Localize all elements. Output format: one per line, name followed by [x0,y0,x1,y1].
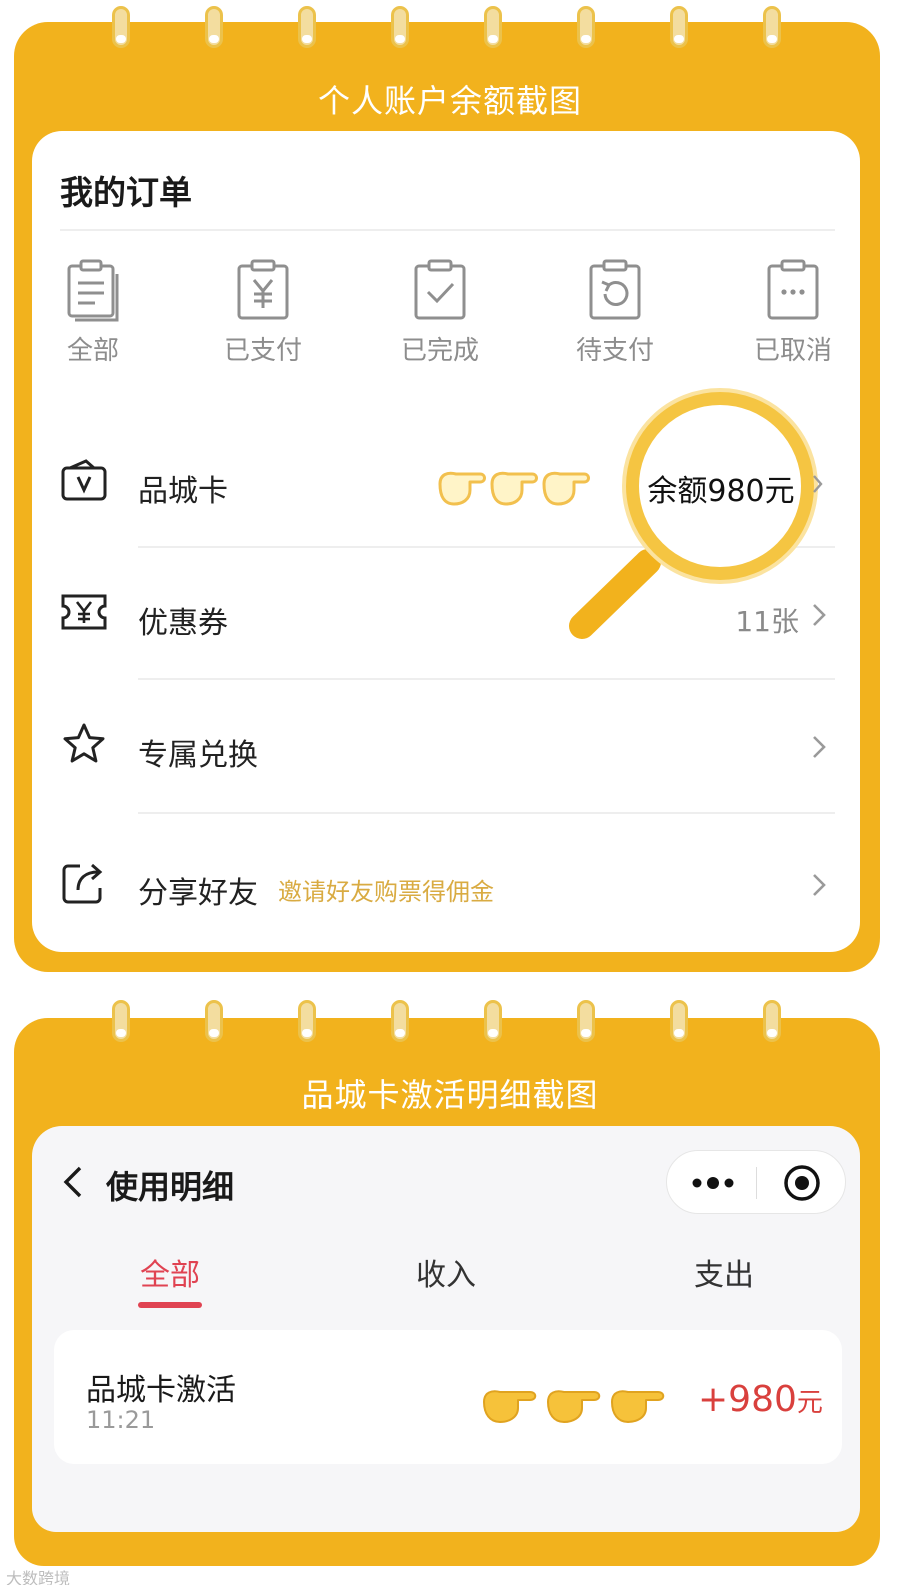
divider [138,678,835,680]
order-tab-paid[interactable]: 已支付 [208,258,318,367]
refresh-clipboard-icon [589,259,641,320]
check-clipboard-icon [414,259,466,320]
magnifier-icon [569,388,818,639]
v-card-icon [61,459,107,501]
order-tab-pending[interactable]: 待支付 [560,258,670,367]
close-target-icon[interactable] [783,1164,821,1202]
row-label: 优惠券 [138,606,228,641]
order-tab-label: 已支付 [223,336,302,366]
dots-clipboard-icon [767,259,819,320]
list-clipboard-icon [67,259,119,322]
calendar-ring [391,1000,409,1042]
invite-hint: 邀请好友购票得佣金 [278,878,494,906]
star-icon [63,723,105,763]
row-label: 专属兑换 [138,738,258,773]
record-amount: +980元 [698,1379,823,1420]
row-label: 品城卡 [138,474,228,509]
chevron-right-icon [813,475,823,493]
order-tab-label: 已取消 [753,336,832,366]
chevron-right-icon [813,736,826,758]
calendar-ring [298,1000,316,1042]
balance-highlight: 余额980元 [647,474,795,509]
page-title: 使用明细 [106,1168,235,1206]
yen-coupon-icon [61,594,107,630]
amount-value: +980 [698,1379,797,1420]
calendar-ring [484,1000,502,1042]
chevron-right-icon [813,874,826,896]
calendar-ring [763,1000,781,1042]
mini-program-capsule [666,1150,846,1214]
banner-title: 品城卡激活明细截图 [301,1076,599,1114]
calendar-ring [670,1000,688,1042]
share-icon [62,863,103,904]
calendar-ring [670,6,688,48]
tab-expense[interactable]: 支出 [664,1250,784,1294]
banner-title: 个人账户余额截图 [317,82,582,120]
order-tab-label: 全部 [66,336,119,366]
record-title: 品城卡激活 [86,1373,236,1408]
calendar-ring [577,6,595,48]
calendar-ring [112,1000,130,1042]
calendar-ring [391,6,409,48]
record-time: 11:21 [86,1406,156,1434]
order-tab-completed[interactable]: 已完成 [385,258,495,367]
row-label: 分享好友 [138,876,258,911]
order-tab-label: 待支付 [575,336,654,366]
tab-all[interactable]: 全部 [110,1250,230,1294]
calendar-ring [205,6,223,48]
yen-clipboard-icon [237,259,289,320]
row-share-friends[interactable]: 分享好友 邀请好友购票得佣金 [60,846,835,926]
calendar-ring [763,6,781,48]
calendar-ring [298,6,316,48]
tab-underline [138,1302,202,1308]
row-exclusive-exchange[interactable]: 专属兑换 [60,708,835,788]
tab-income[interactable]: 收入 [386,1250,506,1294]
divider [60,229,835,231]
pointing-hand-icons [483,1390,665,1423]
more-icon[interactable] [691,1171,735,1195]
divider [138,812,835,814]
calendar-ring [205,1000,223,1042]
amount-unit: 元 [796,1388,823,1418]
page-title: 我的订单 [60,173,192,212]
order-tab-cancelled[interactable]: 已取消 [738,258,848,367]
order-tab-all[interactable]: 全部 [38,258,148,367]
back-arrow-icon[interactable] [60,1162,86,1202]
calendar-ring [112,6,130,48]
calendar-ring [577,1000,595,1042]
watermark: 大数跨境 [6,1569,71,1585]
capsule-divider [756,1167,757,1199]
calendar-ring [484,6,502,48]
order-tab-label: 已完成 [400,336,479,366]
